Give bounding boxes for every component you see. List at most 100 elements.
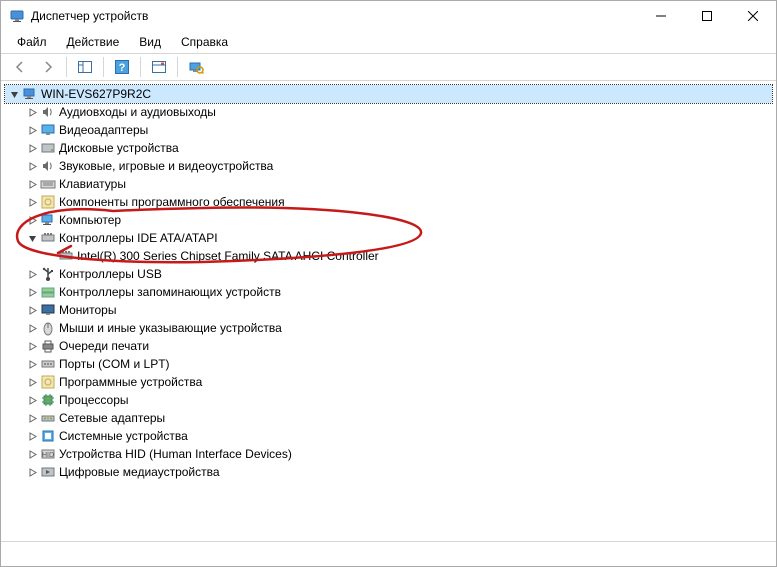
tree-category-label: Дисковые устройства bbox=[59, 139, 179, 157]
tree-category[interactable]: Программные устройства bbox=[5, 373, 772, 391]
expand-spacer bbox=[43, 249, 57, 263]
tree-category[interactable]: Видеоадаптеры bbox=[5, 121, 772, 139]
software-icon bbox=[40, 374, 56, 390]
maximize-button[interactable] bbox=[684, 1, 730, 31]
expand-icon[interactable] bbox=[25, 105, 39, 119]
tree-category-label: Контроллеры IDE ATA/ATAPI bbox=[59, 229, 218, 247]
properties-button[interactable] bbox=[146, 55, 172, 79]
help-button[interactable]: ? bbox=[109, 55, 135, 79]
tree-category[interactable]: Клавиатуры bbox=[5, 175, 772, 193]
network-icon bbox=[40, 410, 56, 426]
tree-category-label: Устройства HID (Human Interface Devices) bbox=[59, 445, 292, 463]
tree-category-label: Процессоры bbox=[59, 391, 129, 409]
expand-icon[interactable] bbox=[25, 411, 39, 425]
expand-icon[interactable] bbox=[25, 321, 39, 335]
tree-category[interactable]: Системные устройства bbox=[5, 427, 772, 445]
scan-hardware-button[interactable] bbox=[183, 55, 209, 79]
tree-category-label: Программные устройства bbox=[59, 373, 202, 391]
toolbar: ? bbox=[1, 53, 776, 81]
menu-action[interactable]: Действие bbox=[59, 33, 128, 51]
tree-category-label: Цифровые медиаустройства bbox=[59, 463, 220, 481]
speaker-icon bbox=[40, 158, 56, 174]
toolbar-separator bbox=[103, 57, 104, 77]
tree-root-label: WIN-EVS627P9R2C bbox=[41, 85, 151, 103]
tree-category[interactable]: Контроллеры IDE ATA/ATAPI bbox=[5, 229, 772, 247]
expand-icon[interactable] bbox=[25, 465, 39, 479]
tree-category[interactable]: HID Устройства HID (Human Interface Devi… bbox=[5, 445, 772, 463]
minimize-button[interactable] bbox=[638, 1, 684, 31]
hid-icon: HID bbox=[40, 446, 56, 462]
tree-category[interactable]: Компоненты программного обеспечения bbox=[5, 193, 772, 211]
device-tree[interactable]: WIN-EVS627P9R2C Аудиовходы и аудиовыходы… bbox=[1, 81, 776, 541]
menu-file[interactable]: Файл bbox=[9, 33, 55, 51]
close-button[interactable] bbox=[730, 1, 776, 31]
back-button[interactable] bbox=[7, 55, 33, 79]
tree-category[interactable]: Дисковые устройства bbox=[5, 139, 772, 157]
disk-icon bbox=[40, 140, 56, 156]
mouse-icon bbox=[40, 320, 56, 336]
expand-icon[interactable] bbox=[25, 393, 39, 407]
expand-icon[interactable] bbox=[25, 159, 39, 173]
app-icon bbox=[9, 8, 25, 24]
tree-category[interactable]: Очереди печати bbox=[5, 337, 772, 355]
expand-icon[interactable] bbox=[7, 87, 21, 101]
titlebar: Диспетчер устройств bbox=[1, 1, 776, 31]
forward-button[interactable] bbox=[35, 55, 61, 79]
tree-category[interactable]: Цифровые медиаустройства bbox=[5, 463, 772, 481]
tree-category-label: Сетевые адаптеры bbox=[59, 409, 165, 427]
expand-icon[interactable] bbox=[25, 231, 39, 245]
toolbar-separator bbox=[140, 57, 141, 77]
expand-icon[interactable] bbox=[25, 177, 39, 191]
tree-category[interactable]: Компьютер bbox=[5, 211, 772, 229]
cpu-icon bbox=[40, 392, 56, 408]
monitor-icon bbox=[40, 302, 56, 318]
tree-category[interactable]: Процессоры bbox=[5, 391, 772, 409]
software-icon bbox=[40, 194, 56, 210]
expand-icon[interactable] bbox=[25, 141, 39, 155]
show-hide-tree-button[interactable] bbox=[72, 55, 98, 79]
tree-category[interactable]: Порты (COM и LPT) bbox=[5, 355, 772, 373]
tree-device-label: Intel(R) 300 Series Chipset Family SATA … bbox=[77, 247, 379, 265]
tree-category-label: Контроллеры запоминающих устройств bbox=[59, 283, 281, 301]
tree-category[interactable]: Контроллеры USB bbox=[5, 265, 772, 283]
tree-category[interactable]: Звуковые, игровые и видеоустройства bbox=[5, 157, 772, 175]
tree-category[interactable]: Аудиовходы и аудиовыходы bbox=[5, 103, 772, 121]
media-icon bbox=[40, 464, 56, 480]
storagectl-icon bbox=[40, 284, 56, 300]
display-icon bbox=[40, 122, 56, 138]
expand-icon[interactable] bbox=[25, 285, 39, 299]
tree-category-label: Аудиовходы и аудиовыходы bbox=[59, 103, 216, 121]
expand-icon[interactable] bbox=[25, 429, 39, 443]
printer-icon bbox=[40, 338, 56, 354]
controller-icon bbox=[40, 230, 56, 246]
tree-category-label: Компоненты программного обеспечения bbox=[59, 193, 285, 211]
expand-icon[interactable] bbox=[25, 375, 39, 389]
tree-category[interactable]: Мыши и иные указывающие устройства bbox=[5, 319, 772, 337]
expand-icon[interactable] bbox=[25, 123, 39, 137]
computer-icon bbox=[22, 86, 38, 102]
port-icon bbox=[40, 356, 56, 372]
tree-category[interactable]: Мониторы bbox=[5, 301, 772, 319]
tree-category-label: Мыши и иные указывающие устройства bbox=[59, 319, 282, 337]
expand-icon[interactable] bbox=[25, 303, 39, 317]
tree-category-label: Клавиатуры bbox=[59, 175, 126, 193]
expand-icon[interactable] bbox=[25, 339, 39, 353]
expand-icon[interactable] bbox=[25, 447, 39, 461]
tree-category-label: Порты (COM и LPT) bbox=[59, 355, 170, 373]
tree-category-label: Очереди печати bbox=[59, 337, 149, 355]
menu-help[interactable]: Справка bbox=[173, 33, 236, 51]
tree-category-label: Мониторы bbox=[59, 301, 116, 319]
expand-icon[interactable] bbox=[25, 195, 39, 209]
statusbar bbox=[1, 541, 776, 565]
tree-device[interactable]: Intel(R) 300 Series Chipset Family SATA … bbox=[5, 247, 772, 265]
tree-category-label: Компьютер bbox=[59, 211, 121, 229]
tree-root-node[interactable]: WIN-EVS627P9R2C bbox=[5, 85, 772, 103]
expand-icon[interactable] bbox=[25, 357, 39, 371]
tree-category[interactable]: Сетевые адаптеры bbox=[5, 409, 772, 427]
tree-category-label: Контроллеры USB bbox=[59, 265, 162, 283]
tree-category[interactable]: Контроллеры запоминающих устройств bbox=[5, 283, 772, 301]
expand-icon[interactable] bbox=[25, 267, 39, 281]
expand-icon[interactable] bbox=[25, 213, 39, 227]
menu-view[interactable]: Вид bbox=[131, 33, 169, 51]
tree-category-label: Звуковые, игровые и видеоустройства bbox=[59, 157, 273, 175]
